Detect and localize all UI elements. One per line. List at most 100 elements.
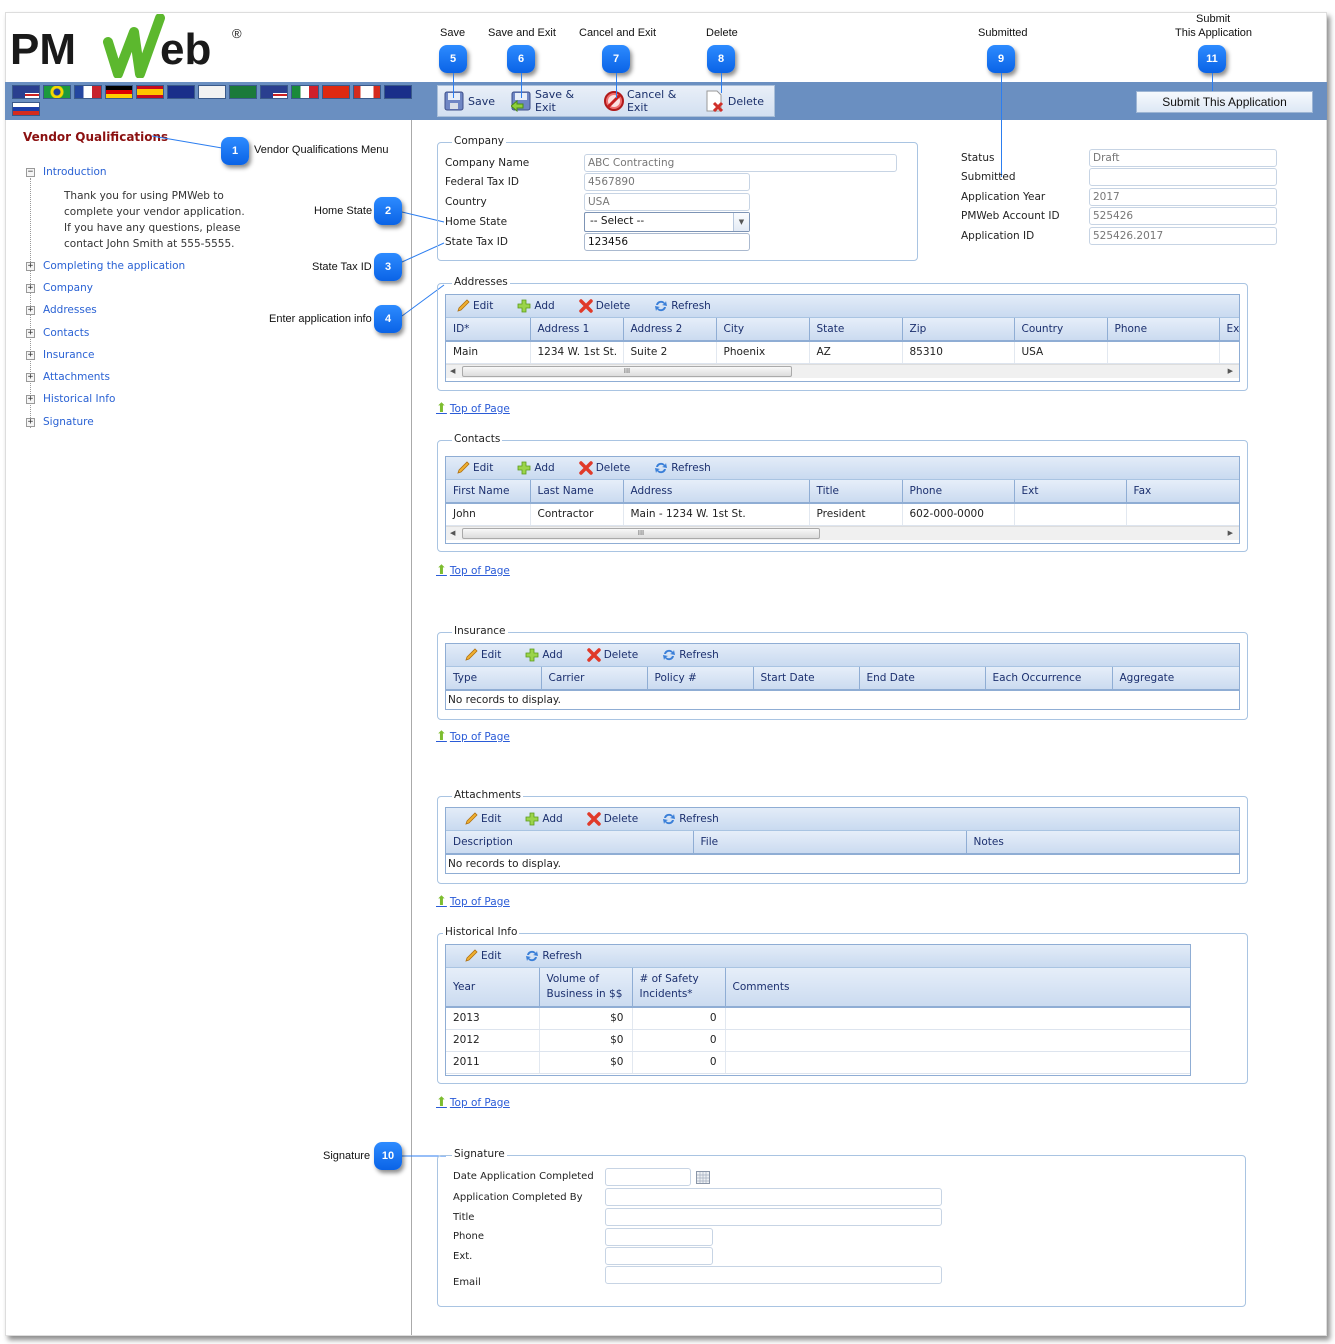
state-tax-id-field[interactable]: 123456: [584, 233, 750, 251]
us-flag[interactable]: [12, 85, 40, 99]
country-field[interactable]: USA: [584, 193, 750, 211]
menu-item-introduction[interactable]: − Introduction: [26, 166, 107, 178]
calendar-icon[interactable]: [696, 1171, 710, 1184]
contacts-column-header[interactable]: Last Name: [530, 480, 624, 504]
attachments-column-header[interactable]: Notes: [966, 831, 1239, 855]
insurance-edit-button[interactable]: Edit: [464, 648, 501, 662]
spain-flag[interactable]: [136, 85, 164, 99]
brazil-flag[interactable]: [43, 85, 71, 99]
attachments-add-button[interactable]: Add: [525, 812, 563, 826]
menu-item-addresses[interactable]: + Addresses: [26, 304, 97, 316]
contacts-column-header[interactable]: Address: [623, 480, 810, 504]
scrollbar-thumb[interactable]: III: [462, 527, 820, 539]
insurance-column-header[interactable]: Each Occurrence: [985, 667, 1113, 691]
addresses-column-header[interactable]: City: [716, 318, 810, 342]
expand-icon[interactable]: +: [26, 328, 35, 338]
canada-flag[interactable]: [353, 85, 381, 99]
expand-icon[interactable]: +: [26, 283, 35, 293]
addresses-edit-button[interactable]: Edit: [456, 299, 493, 313]
insurance-add-button[interactable]: Add: [525, 648, 563, 662]
new-zealand-flag[interactable]: [384, 85, 412, 99]
top-of-page-link-attachments[interactable]: ⬆ Top of Page: [436, 895, 510, 908]
dropdown-arrow-icon[interactable]: ▼: [733, 213, 749, 231]
delete-button[interactable]: Delete: [704, 90, 764, 113]
expand-icon[interactable]: +: [26, 305, 35, 315]
addresses-column-header[interactable]: Ext: [1219, 318, 1239, 342]
top-of-page-link-insurance[interactable]: ⬆ Top of Page: [436, 730, 510, 743]
table-row[interactable]: Main 1234 W. 1st St. Suite 2 Phoenix AZ 85310…: [446, 341, 1239, 364]
top-of-page-link-historical[interactable]: ⬆ Top of Page: [436, 1096, 510, 1109]
date-completed-field[interactable]: [605, 1168, 691, 1186]
insurance-column-header[interactable]: Start Date: [753, 667, 860, 691]
contacts-horizontal-scrollbar[interactable]: ◀ III ▶: [446, 525, 1239, 540]
france-flag[interactable]: [74, 85, 102, 99]
contacts-column-header[interactable]: First Name: [446, 480, 531, 504]
saudi-arabia-flag[interactable]: [229, 85, 257, 99]
collapse-icon[interactable]: −: [26, 167, 35, 177]
menu-item-insurance[interactable]: + Insurance: [26, 349, 95, 361]
menu-item-signature[interactable]: + Signature: [26, 416, 94, 428]
germany-flag[interactable]: [105, 85, 133, 99]
addresses-column-header[interactable]: Zip: [902, 318, 1015, 342]
table-row[interactable]: John Contractor Main - 1234 W. 1st St. Pres…: [446, 503, 1239, 526]
mexico-flag[interactable]: [291, 85, 319, 99]
ext-field[interactable]: [605, 1247, 713, 1265]
hill-international-flag[interactable]: [198, 85, 226, 99]
company-name-field[interactable]: ABC Contracting: [584, 154, 897, 172]
email-field[interactable]: [605, 1266, 942, 1284]
table-row[interactable]: 2013 $0 0: [446, 1007, 1190, 1030]
title-field[interactable]: [605, 1208, 942, 1226]
russia-flag[interactable]: [12, 102, 40, 116]
addresses-column-header[interactable]: Address 2: [623, 318, 717, 342]
insurance-column-header[interactable]: Carrier: [541, 667, 648, 691]
insurance-column-header[interactable]: End Date: [859, 667, 986, 691]
addresses-column-header[interactable]: Address 1: [530, 318, 624, 342]
historical-column-header[interactable]: Year: [446, 968, 540, 1008]
us-flag-2[interactable]: [260, 85, 288, 99]
table-row[interactable]: 2012 $0 0: [446, 1029, 1190, 1052]
top-of-page-link-addresses[interactable]: ⬆ Top of Page: [436, 402, 510, 415]
federal-tax-id-field[interactable]: 4567890: [584, 173, 750, 191]
addresses-column-header[interactable]: Country: [1014, 318, 1108, 342]
addresses-column-header[interactable]: Phone: [1107, 318, 1220, 342]
addresses-column-header[interactable]: ID*: [446, 318, 531, 342]
top-of-page-link-contacts[interactable]: ⬆ Top of Page: [436, 564, 510, 577]
attachments-edit-button[interactable]: Edit: [464, 812, 501, 826]
phone-field[interactable]: [605, 1228, 713, 1246]
contacts-edit-button[interactable]: Edit: [456, 461, 493, 475]
insurance-column-header[interactable]: Aggregate: [1112, 667, 1239, 691]
insurance-column-header[interactable]: Type: [446, 667, 542, 691]
contacts-column-header[interactable]: Phone: [902, 480, 1015, 504]
historical-edit-button[interactable]: Edit: [464, 949, 501, 963]
expand-icon[interactable]: +: [26, 394, 35, 404]
historical-refresh-button[interactable]: Refresh: [525, 949, 582, 963]
expand-icon[interactable]: +: [26, 350, 35, 360]
save-and-exit-button[interactable]: Save & Exit: [510, 88, 587, 114]
historical-column-header[interactable]: # of Safety Incidents*: [632, 968, 726, 1008]
scrollbar-thumb[interactable]: III: [462, 365, 792, 377]
addresses-refresh-button[interactable]: Refresh: [654, 299, 711, 313]
historical-column-header[interactable]: Comments: [725, 968, 1190, 1008]
insurance-delete-button[interactable]: Delete: [586, 648, 638, 662]
expand-icon[interactable]: +: [26, 261, 35, 271]
addresses-add-button[interactable]: Add: [517, 299, 555, 313]
insurance-refresh-button[interactable]: Refresh: [662, 648, 719, 662]
menu-item-completing[interactable]: + Completing the application: [26, 260, 185, 272]
expand-icon[interactable]: +: [26, 417, 35, 427]
addresses-horizontal-scrollbar[interactable]: ◀ III ▶: [446, 363, 1239, 378]
attachments-column-header[interactable]: File: [693, 831, 967, 855]
contacts-delete-button[interactable]: Delete: [578, 461, 630, 475]
addresses-column-header[interactable]: State: [809, 318, 903, 342]
expand-icon[interactable]: +: [26, 372, 35, 382]
home-state-select[interactable]: -- Select -- ▼: [584, 212, 750, 232]
australia-flag[interactable]: [167, 85, 195, 99]
menu-item-contacts[interactable]: + Contacts: [26, 327, 89, 339]
china-flag[interactable]: [322, 85, 350, 99]
menu-item-attachments[interactable]: + Attachments: [26, 371, 110, 383]
save-button[interactable]: Save: [444, 90, 495, 112]
attachments-refresh-button[interactable]: Refresh: [662, 812, 719, 826]
insurance-column-header[interactable]: Policy #: [647, 667, 754, 691]
contacts-column-header[interactable]: Ext: [1014, 480, 1127, 504]
submit-application-button[interactable]: Submit This Application: [1136, 91, 1313, 113]
contacts-add-button[interactable]: Add: [517, 461, 555, 475]
